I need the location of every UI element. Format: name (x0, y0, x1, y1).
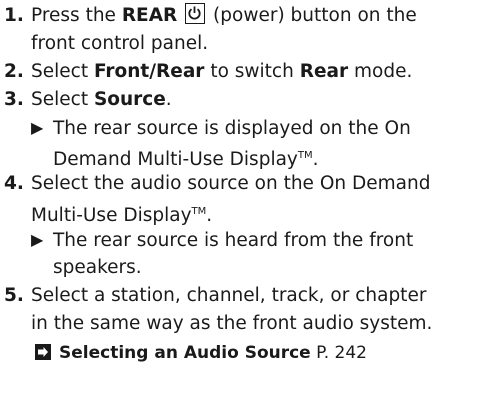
trademark: TM (191, 206, 207, 217)
step-text: mode. (348, 61, 413, 82)
right-triangle-icon: ▶ (31, 118, 44, 137)
step-text: Select (31, 89, 94, 110)
step-text: Select a station, channel, track, or cha… (31, 285, 427, 306)
step-4-result: ▶ The rear source is heard from the front (31, 226, 413, 255)
step-number: 3. (4, 89, 24, 110)
reference-link[interactable]: Selecting an Audio Source P. 242 (35, 339, 367, 367)
step-5-continued: in the same way as the front audio syste… (31, 313, 433, 334)
step-text: Select the audio source on the On Demand (31, 173, 431, 194)
step-text: (power) button on the (213, 5, 417, 26)
reference-page[interactable]: P. 242 (316, 343, 367, 363)
step-2: 2. Select Front/Rear to switch Rear mode. (4, 58, 412, 86)
rear-mode-label: Rear (299, 61, 349, 82)
rear-label: REAR (121, 5, 178, 26)
right-triangle-icon: ▶ (31, 230, 44, 249)
step-text: . (206, 205, 213, 226)
result-text: The rear source is displayed on the On (53, 118, 411, 139)
front-label: Front (93, 61, 150, 82)
rear-label: Rear (156, 61, 205, 82)
result-text: Demand Multi-Use Display (53, 149, 298, 170)
step-5: 5. Select a station, channel, track, or c… (4, 282, 426, 310)
step-1-continued: front control panel. (31, 33, 209, 54)
step-text: Press the (31, 5, 122, 26)
step-text: Select (31, 61, 94, 82)
step-4-result-continued: speakers. (53, 257, 142, 278)
source-label: Source (93, 89, 166, 110)
step-text: Multi-Use Display (31, 205, 192, 226)
step-4: 4. Select the audio source on the On Dema… (4, 170, 430, 198)
step-number: 5. (4, 285, 24, 306)
result-text: . (312, 149, 319, 170)
step-1: 1. Press the REAR (power) button on the (4, 2, 417, 30)
step-text: . (165, 89, 172, 110)
power-icon (185, 3, 206, 24)
step-number: 1. (4, 5, 24, 26)
step-3-result: ▶ The rear source is displayed on the On (31, 114, 411, 143)
step-number: 4. (4, 173, 24, 194)
reference-title[interactable]: Selecting an Audio Source (59, 343, 311, 363)
reference-arrow-icon (35, 344, 51, 360)
step-number: 2. (4, 61, 24, 82)
trademark: TM (297, 150, 313, 161)
result-text: The rear source is heard from the front (53, 230, 414, 251)
step-text: to switch (204, 61, 300, 82)
manual-page: 1. Press the REAR (power) button on the f… (0, 0, 478, 393)
step-3: 3. Select Source. (4, 86, 172, 114)
